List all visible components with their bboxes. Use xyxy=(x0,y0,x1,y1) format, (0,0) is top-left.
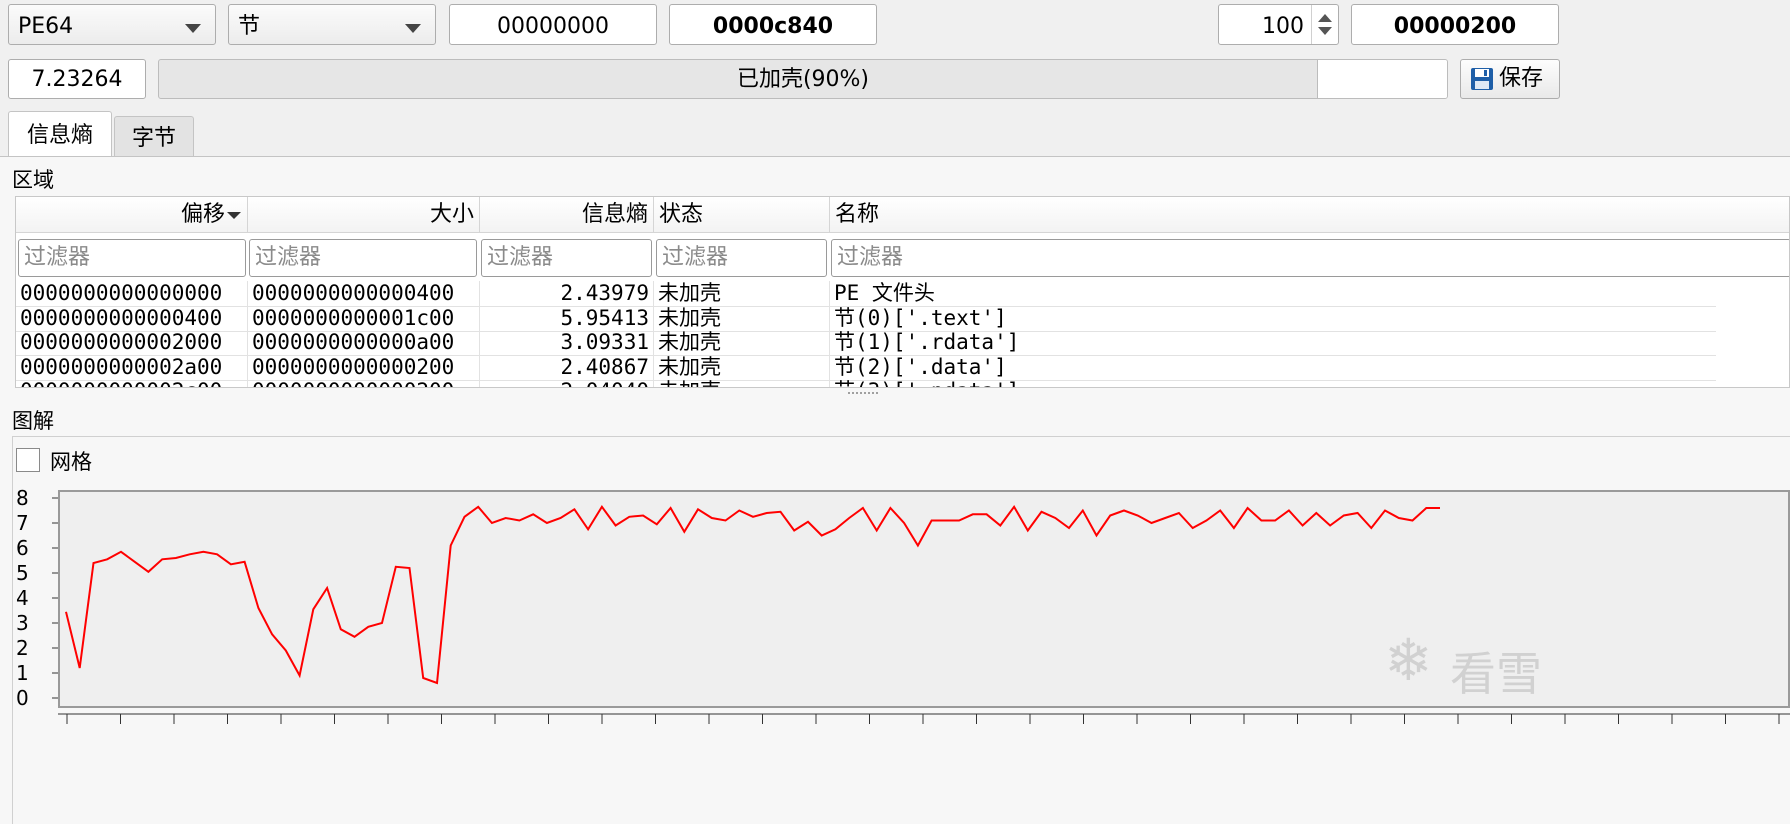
watermark-text: 看雪 xyxy=(1450,647,1542,701)
entropy-series-line xyxy=(65,504,1440,685)
snowflake-icon: ❄ xyxy=(1384,626,1433,694)
watermark: ❄ 看雪 xyxy=(1384,626,1544,702)
